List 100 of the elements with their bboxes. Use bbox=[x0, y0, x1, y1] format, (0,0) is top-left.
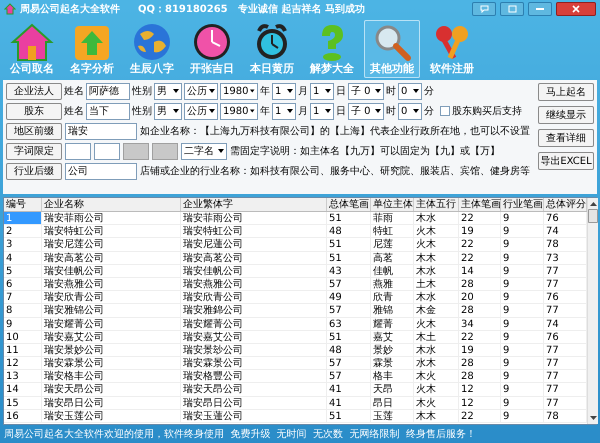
table-row[interactable]: 11 瑞安景妙公司 瑞安景玅公司 48 景妙 木水 19 9 77 bbox=[4, 344, 587, 358]
table-cell: 22 bbox=[459, 212, 501, 224]
caret-icon bbox=[287, 89, 293, 93]
industry-field[interactable]: 公司 bbox=[65, 162, 137, 180]
table-cell: 11 bbox=[4, 344, 42, 356]
name-length-select[interactable]: 二字名 bbox=[181, 142, 227, 160]
table-cell: 9 bbox=[501, 238, 544, 251]
table-cell: 火木 bbox=[414, 238, 459, 251]
table-cell: 9 bbox=[501, 357, 544, 370]
region-field[interactable]: 瑞安 bbox=[65, 122, 137, 140]
word-limit-button[interactable]: 字词限定 bbox=[6, 142, 62, 160]
month-select[interactable]: 1 bbox=[272, 102, 296, 120]
table-row[interactable]: 10 瑞安嘉艾公司 瑞安嘉艾公司 51 嘉艾 木土 22 9 76 bbox=[4, 330, 587, 344]
table-row[interactable]: 8 瑞安雅锦公司 瑞安雅錦公司 57 雅锦 木金 28 9 77 bbox=[4, 304, 587, 318]
industry-button[interactable]: 行业后缀 bbox=[6, 162, 62, 180]
action-button[interactable]: 继续显示 bbox=[538, 106, 594, 124]
role-button[interactable]: 企业法人 bbox=[6, 82, 62, 100]
column-header[interactable]: 单位主体 bbox=[371, 198, 414, 211]
table-row[interactable]: 6 瑞安燕雅公司 瑞安燕雅公司 57 燕雅 土木 28 9 77 bbox=[4, 278, 587, 292]
table-row[interactable]: 1 瑞安菲雨公司 瑞安菲雨公司 51 菲雨 木水 22 9 76 bbox=[4, 212, 587, 226]
table-cell: 7 bbox=[4, 291, 42, 304]
skin-button[interactable] bbox=[500, 2, 524, 16]
table-cell: 9 bbox=[501, 370, 544, 382]
table-row[interactable]: 3 瑞安尼莲公司 瑞安尼蓮公司 51 尼莲 火木 22 9 78 bbox=[4, 238, 587, 252]
window-icon bbox=[508, 5, 516, 13]
name-field[interactable]: 阿萨德 bbox=[86, 82, 130, 100]
column-header[interactable]: 企业繁体字 bbox=[181, 198, 327, 211]
table-row[interactable]: 14 瑞安天昂公司 瑞安天昂公司 41 天昂 火木 12 9 77 bbox=[4, 383, 587, 397]
table-cell: 瑞安耀菁公司 bbox=[42, 318, 181, 330]
table-row[interactable]: 13 瑞安格丰公司 瑞安格豐公司 57 格丰 木火 28 9 77 bbox=[4, 370, 587, 384]
hour-select[interactable]: 子 0 bbox=[348, 102, 384, 120]
table-cell: 3 bbox=[4, 238, 42, 251]
column-header[interactable]: 主体五行 bbox=[414, 198, 459, 211]
table-cell: 9 bbox=[501, 396, 544, 409]
status-text: 周易公司起名大全软件欢迎的使用，软件终身使用 免费升级 无时间 无次数 无网络限制 终身售后服务！ bbox=[4, 428, 476, 442]
table-cell: 瑞安雅锦公司 bbox=[42, 304, 181, 316]
table-row[interactable]: 4 瑞安高茗公司 瑞安高茗公司 51 高茗 木木 22 9 73 bbox=[4, 252, 587, 265]
table-row[interactable]: 12 瑞安霖景公司 瑞安霖景公司 57 霖景 水木 28 9 77 bbox=[4, 357, 587, 370]
chat-button[interactable] bbox=[472, 2, 496, 16]
table-cell: 天昂 bbox=[371, 383, 414, 396]
table-cell: 瑞安佳帆公司 bbox=[181, 264, 327, 277]
minute-select[interactable]: 0 bbox=[398, 102, 422, 120]
column-header[interactable]: 企业名称 bbox=[42, 198, 181, 211]
table-cell: 19 bbox=[459, 344, 501, 356]
table-cell: 木木 bbox=[414, 410, 459, 422]
close-button[interactable] bbox=[556, 2, 596, 16]
table-cell: 14 bbox=[4, 383, 42, 396]
table-cell: 瑞安景玅公司 bbox=[181, 344, 327, 356]
role-button[interactable]: 股东 bbox=[6, 102, 62, 120]
day-select[interactable]: 1 bbox=[310, 102, 334, 120]
calendar-select[interactable]: 公历 bbox=[184, 102, 218, 120]
table-row[interactable]: 2 瑞安特虹公司 瑞安特虹公司 48 特虹 火木 19 9 74 bbox=[4, 225, 587, 238]
action-button[interactable]: 导出EXCEL bbox=[538, 152, 594, 170]
scrollbar[interactable] bbox=[587, 198, 598, 424]
table-cell: 12 bbox=[459, 396, 501, 409]
action-button[interactable]: 查看详细 bbox=[538, 129, 594, 147]
name-label: 姓名 bbox=[64, 104, 84, 118]
scroll-thumb[interactable] bbox=[588, 209, 598, 223]
table-cell: 瑞安霖景公司 bbox=[181, 357, 327, 370]
word-field[interactable] bbox=[94, 142, 120, 160]
table-cell: 9 bbox=[501, 330, 544, 343]
table-row[interactable]: 16 瑞安玉莲公司 瑞安玉蓮公司 51 玉莲 木木 22 9 78 bbox=[4, 410, 587, 423]
checkbox[interactable] bbox=[440, 106, 450, 116]
hour-select[interactable]: 子 0 bbox=[348, 82, 384, 100]
table-row[interactable]: 9 瑞安耀菁公司 瑞安耀菁公司 63 耀菁 火木 34 9 74 bbox=[4, 318, 587, 331]
calendar-select[interactable]: 公历 bbox=[184, 82, 218, 100]
table-cell: 9 bbox=[4, 318, 42, 330]
year-select[interactable]: 1980 bbox=[220, 82, 258, 100]
month-select[interactable]: 1 bbox=[272, 82, 296, 100]
table-cell: 28 bbox=[459, 304, 501, 316]
up-arrow-icon bbox=[590, 202, 596, 206]
name-field[interactable]: 当下 bbox=[86, 102, 130, 120]
table-cell: 51 bbox=[327, 212, 371, 224]
table-cell: 19 bbox=[459, 225, 501, 238]
table-cell: 49 bbox=[327, 291, 371, 304]
action-button[interactable]: 马上起名 bbox=[538, 83, 594, 101]
day-select[interactable]: 1 bbox=[310, 82, 334, 100]
table-cell: 燕雅 bbox=[371, 278, 414, 290]
table-cell: 57 bbox=[327, 278, 371, 290]
table-cell: 9 bbox=[501, 278, 544, 290]
table-cell: 瑞安佳帆公司 bbox=[42, 264, 181, 277]
column-header[interactable]: 总体笔画 bbox=[327, 198, 371, 211]
column-header[interactable]: 主体笔画 bbox=[459, 198, 501, 211]
word-field[interactable] bbox=[65, 142, 91, 160]
year-select[interactable]: 1980 bbox=[220, 102, 258, 120]
gender-select[interactable]: 男 bbox=[154, 102, 182, 120]
column-header[interactable]: 行业笔画 bbox=[501, 198, 544, 211]
table-row[interactable]: 5 瑞安佳帆公司 瑞安佳帆公司 43 佳帆 木水 14 9 77 bbox=[4, 264, 587, 278]
minimize-button[interactable] bbox=[528, 2, 552, 16]
window-title: 周易公司起名大全软件 bbox=[20, 2, 120, 16]
table-row[interactable]: 7 瑞安欣青公司 瑞安欣青公司 49 欣青 木水 20 9 76 bbox=[4, 291, 587, 304]
minute-select[interactable]: 0 bbox=[398, 82, 422, 100]
column-header[interactable]: 编号 bbox=[4, 198, 42, 211]
table-cell: 22 bbox=[459, 252, 501, 264]
table-cell: 41 bbox=[327, 396, 371, 409]
region-button[interactable]: 地区前缀 bbox=[6, 122, 62, 140]
table-row[interactable]: 15 瑞安昂日公司 瑞安昂日公司 41 昂日 木火 12 9 77 bbox=[4, 396, 587, 410]
gender-select[interactable]: 男 bbox=[154, 82, 182, 100]
caret-icon bbox=[250, 89, 255, 93]
table-cell: 57 bbox=[327, 304, 371, 316]
